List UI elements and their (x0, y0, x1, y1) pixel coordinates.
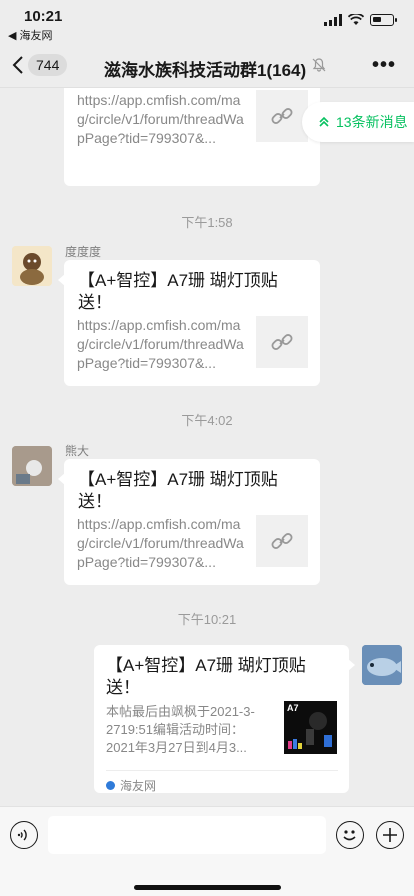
more-icon[interactable]: ••• (372, 54, 396, 77)
link-card-message[interactable]: 【A+智控】A7珊 瑚灯顶贴送！ https://app.cmfish.com/… (58, 459, 320, 585)
avatar[interactable] (12, 246, 52, 286)
avatar-image (362, 645, 402, 685)
link-card-url: https://app.cmfish.com/mag/circle/v1/for… (77, 516, 244, 570)
voice-icon (17, 829, 27, 841)
link-card-message[interactable]: 【A+智控】A7珊 瑚灯顶贴送！ https://app.cmfish.com/… (58, 260, 320, 386)
wifi-icon (348, 14, 364, 25)
link-icon (271, 334, 293, 350)
article-card-title: 【A+智控】A7珊 瑚灯顶贴送！ (106, 656, 306, 697)
article-card-description: 本帖最后由飒枫于2021-3-2719:51编辑活动时间：2021年3月27日到… (106, 704, 255, 755)
back-button[interactable]: 744 (12, 54, 68, 76)
battery-icon (370, 14, 397, 26)
signal-icon (324, 14, 342, 26)
link-card-url: https://app.cmfish.com/mag/circle/v1/for… (77, 317, 244, 371)
sender-name: 熊大 (65, 444, 90, 458)
message-timestamp: 下午4:02 (181, 413, 233, 428)
plus-button[interactable] (376, 821, 404, 849)
link-card-title: 【A+智控】A7珊 瑚灯顶贴送！ (78, 470, 278, 511)
back-to-app-link[interactable]: ◀ 海友网 (8, 27, 53, 43)
message-input[interactable] (48, 816, 326, 854)
my-avatar[interactable] (362, 645, 402, 685)
unread-count-badge: 744 (28, 54, 68, 76)
article-card-message[interactable]: 【A+智控】A7珊 瑚灯顶贴送！ 本帖最后由飒枫于2021-3-2719:51编… (94, 645, 355, 794)
voice-button[interactable] (10, 821, 38, 849)
avatar-image (12, 246, 52, 286)
message-timestamp: 下午10:21 (177, 612, 237, 627)
link-icon (271, 108, 293, 124)
article-source: 海友网 (106, 770, 338, 794)
chevron-left-icon (12, 56, 23, 74)
avatar-image (12, 446, 52, 486)
status-icons (324, 14, 397, 26)
mute-bell-icon (312, 58, 326, 72)
plus-icon (383, 828, 397, 842)
new-messages-label: 13条新消息 (336, 114, 408, 130)
link-thumbnail (256, 515, 308, 567)
home-indicator (134, 885, 281, 890)
double-chevron-up-icon (319, 116, 329, 127)
sender-name: 度度度 (65, 245, 102, 259)
source-app-name: 海友网 (120, 779, 157, 793)
message-list[interactable]: 送！ https://app.cmfish.com/mag/circle/v1/… (0, 88, 414, 806)
thumbnail-label: A7 (287, 703, 299, 713)
emoji-icon (343, 830, 356, 841)
link-thumbnail (256, 90, 308, 142)
chat-title: 滋海水族科技活动群1(164) (104, 61, 307, 80)
status-bar: 10:21 ◀ 海友网 (0, 0, 414, 44)
nav-bar: 744 滋海水族科技活动群1(164) ••• (0, 44, 414, 88)
message-timestamp: 下午1:58 (181, 215, 233, 230)
link-icon (271, 533, 293, 549)
link-card-message[interactable]: 送！ https://app.cmfish.com/mag/circle/v1/… (64, 88, 320, 186)
link-card-url: https://app.cmfish.com/mag/circle/v1/for… (77, 92, 244, 146)
input-bar (0, 806, 414, 896)
avatar[interactable] (12, 446, 52, 486)
source-app-icon (106, 781, 115, 790)
emoji-button[interactable] (336, 821, 364, 849)
new-messages-button[interactable]: 13条新消息 (302, 102, 414, 142)
article-thumbnail: A7 (284, 701, 337, 754)
status-time: 10:21 (24, 8, 63, 25)
link-thumbnail (256, 316, 308, 368)
link-card-title: 【A+智控】A7珊 瑚灯顶贴送！ (78, 271, 278, 312)
